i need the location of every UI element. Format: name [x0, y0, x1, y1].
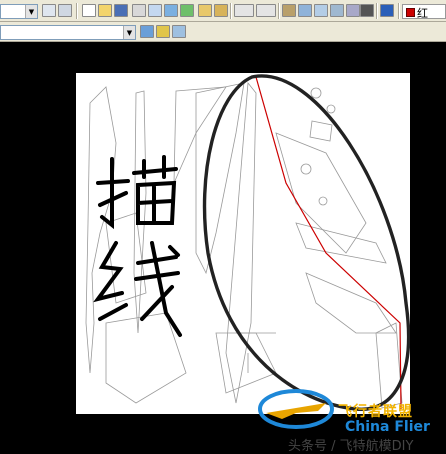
hole-marker: [318, 196, 328, 206]
calculator-icon[interactable]: [360, 4, 374, 17]
layer-state-icon[interactable]: [156, 25, 170, 38]
china-flier-logo: [258, 389, 334, 429]
layer-previous-icon[interactable]: [140, 25, 154, 38]
new-file-icon[interactable]: [82, 4, 96, 17]
redo-icon[interactable]: [256, 4, 276, 17]
paper-sheet: [76, 73, 410, 414]
color-combo[interactable]: 红: [402, 4, 446, 20]
rib-part-outline: [305, 272, 397, 334]
layer-combo[interactable]: ▼: [0, 25, 136, 40]
hole-marker: [300, 163, 312, 175]
grid-icon[interactable]: [42, 4, 56, 17]
properties-icon[interactable]: [314, 4, 328, 17]
color-label: 红: [417, 7, 428, 20]
fin-part-outline: [173, 86, 227, 184]
handwriting-miao: [96, 155, 178, 230]
undo-icon[interactable]: [234, 4, 254, 17]
watermark-cn-name: 飞行者联盟: [338, 404, 413, 420]
chevron-down-icon[interactable]: ▼: [123, 26, 135, 39]
chevron-down-icon[interactable]: ▼: [25, 5, 37, 18]
publish-icon[interactable]: [164, 4, 178, 17]
toolbar-separator: [230, 3, 232, 19]
right-edge-part-outline: [375, 322, 403, 409]
spar-part-outline: [295, 222, 387, 264]
fuselage-side-outline: [195, 82, 245, 275]
toolbar-separator: [376, 3, 378, 19]
toolbar-separator: [398, 3, 400, 19]
help-icon[interactable]: [380, 4, 394, 17]
cutout-outline: [309, 120, 333, 142]
save-icon[interactable]: [114, 4, 128, 17]
standard-toolbar: ▼ 红: [0, 0, 446, 22]
hole-marker: [326, 104, 336, 114]
design-center-icon[interactable]: [330, 4, 344, 17]
hole-marker: [310, 87, 322, 99]
match-properties-icon[interactable]: [214, 4, 228, 17]
font-size-combo[interactable]: ▼: [0, 4, 38, 19]
open-folder-icon[interactable]: [98, 4, 112, 17]
pencil-icon[interactable]: [198, 4, 212, 17]
airplane-parts-drawing: [85, 74, 410, 411]
fuselage-top-outline: [225, 81, 257, 404]
watermark-en-name: China Flier: [345, 419, 430, 435]
toolbar-separator: [278, 3, 280, 19]
select-all-icon[interactable]: [58, 4, 72, 17]
make-current-layer-icon[interactable]: [172, 25, 186, 38]
layer-toolbar: ▼: [0, 22, 446, 42]
pan-icon[interactable]: [282, 4, 296, 17]
color-swatch: [406, 8, 415, 17]
print-icon[interactable]: [132, 4, 146, 17]
plot-icon[interactable]: [180, 4, 194, 17]
wing-part-outline: [85, 86, 117, 374]
zoom-window-icon[interactable]: [298, 4, 312, 17]
tool-palettes-icon[interactable]: [346, 4, 360, 17]
toolbar-separator: [76, 3, 78, 19]
drawing-canvas[interactable]: 飞行者联盟 China Flier 头条号 / 飞特航模DIY: [0, 43, 446, 454]
watermark-source: 头条号 / 飞特航模DIY: [288, 439, 414, 454]
traced-outline: [255, 76, 402, 410]
print-preview-icon[interactable]: [148, 4, 162, 17]
